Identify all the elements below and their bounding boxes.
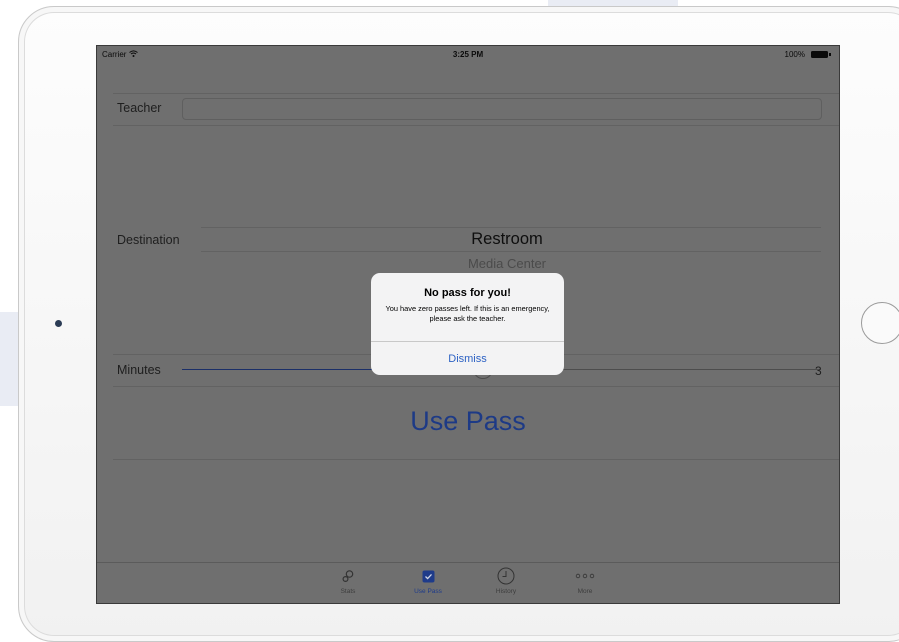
stats-icon: [318, 567, 378, 585]
clock-icon: [476, 567, 536, 585]
nav-divider: [113, 93, 839, 94]
more-icon: [555, 567, 615, 585]
destination-picker-option[interactable]: Media Center: [197, 256, 817, 271]
tab-history[interactable]: History: [476, 567, 536, 595]
alert-dialog: No pass for you! You have zero passes le…: [371, 273, 564, 375]
tab-use-pass[interactable]: Use Pass: [398, 567, 458, 595]
alert-message: You have zero passes left. If this is an…: [385, 304, 550, 323]
picker-line-bottom: [201, 251, 821, 252]
checkbox-icon: [398, 567, 458, 585]
use-pass-button[interactable]: Use Pass: [97, 406, 839, 437]
battery-percent: 100%: [784, 50, 805, 59]
teacher-label: Teacher: [117, 101, 162, 115]
minutes-value: 3: [815, 364, 822, 378]
destination-picker-selected[interactable]: Restroom: [197, 230, 817, 249]
picker-line-top: [201, 227, 821, 228]
tab-stats-label: Stats: [340, 588, 356, 595]
tab-more[interactable]: More: [555, 567, 615, 595]
tab-bar: Stats Use Pass History More: [97, 562, 839, 603]
tab-more-label: More: [577, 588, 593, 595]
tab-stats[interactable]: Stats: [318, 567, 378, 595]
app-screen: Carrier 3:25 PM 100% Teacher Destination…: [96, 45, 840, 604]
dismiss-button[interactable]: Dismiss: [371, 342, 564, 375]
battery-icon: [811, 51, 831, 58]
destination-label: Destination: [117, 233, 180, 247]
teacher-row-divider: [113, 125, 839, 126]
minutes-label: Minutes: [117, 363, 161, 377]
home-button[interactable]: [861, 302, 899, 344]
minutes-row-divider: [113, 386, 839, 387]
use-pass-divider: [113, 459, 839, 460]
tab-use-pass-label: Use Pass: [414, 588, 442, 595]
tab-history-label: History: [495, 588, 517, 595]
background-panel-left: [0, 312, 18, 406]
status-bar: Carrier 3:25 PM 100%: [97, 46, 839, 64]
alert-title: No pass for you!: [424, 287, 511, 299]
camera-dot: [55, 320, 62, 327]
status-time: 3:25 PM: [452, 50, 484, 59]
teacher-field[interactable]: [182, 98, 822, 120]
